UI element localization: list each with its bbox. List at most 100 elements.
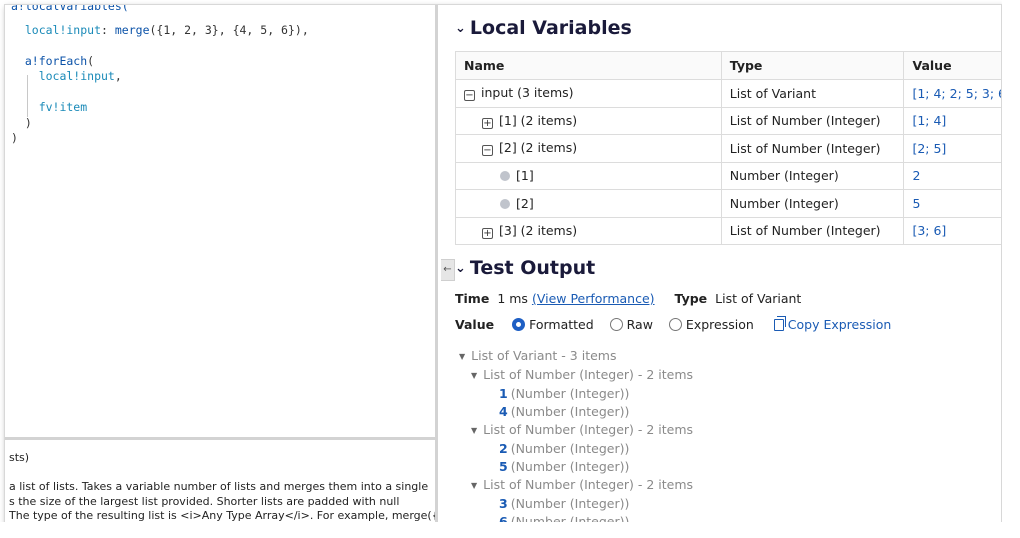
output-type-text: List of Number (Integer) - 2 items: [483, 477, 694, 492]
variable-name-cell: + [3] (2 items): [455, 216, 722, 245]
radio-expression[interactable]: Expression: [668, 317, 754, 332]
horizontal-splitter[interactable]: [5, 437, 435, 440]
radio-unselected-icon: [609, 318, 623, 331]
code-token: fv!item: [11, 100, 88, 114]
output-tree-row[interactable]: ▼ List of Number (Integer) - 2 items: [459, 421, 693, 440]
expand-icon[interactable]: +: [482, 117, 493, 129]
code-token: Variables(: [59, 4, 129, 13]
code-line[interactable]: ): [11, 131, 18, 147]
caret-down-icon[interactable]: ▼: [471, 477, 477, 495]
code-token: a!local: [11, 4, 60, 13]
variable-type: Number (Integer): [720, 189, 905, 218]
output-type-text: (Number (Integer)): [510, 459, 630, 474]
variable-name: [1] (2 items): [499, 112, 578, 128]
radio-selected-icon: [512, 318, 526, 331]
code-editor[interactable]: a!localVariables( local!input: merge({1,…: [5, 5, 435, 437]
variable-type: List of Number (Integer): [720, 106, 905, 135]
local-variables-table: Name Type Value − input (3 items) List of …: [455, 51, 1001, 245]
output-tree-row[interactable]: ▼ List of Number (Integer) - 2 items: [459, 366, 693, 385]
output-type-text: List of Variant - 3 items: [471, 348, 617, 363]
radio-expression-label: Expression: [685, 317, 754, 332]
radio-raw[interactable]: Raw: [609, 317, 653, 332]
output-tree-row: 1 (Number (Integer)): [459, 385, 693, 403]
arrow-left-icon: ←: [443, 264, 452, 275]
variable-name: [3] (2 items): [499, 222, 578, 238]
view-performance-link[interactable]: (View Performance): [532, 291, 655, 306]
test-output-title: Test Output: [469, 257, 596, 279]
variable-value: [3; 6]: [903, 216, 1001, 245]
variable-name: [2] (2 items): [499, 140, 578, 156]
code-token: local!input: [11, 22, 102, 37]
variable-name-cell: [1]: [455, 161, 722, 190]
variable-name-cell: − input (3 items): [455, 79, 722, 108]
code-line[interactable]: a!forEach(: [11, 54, 94, 70]
radio-formatted[interactable]: Formatted: [512, 317, 594, 332]
output-type-text: List of Number (Integer) - 2 items: [483, 367, 694, 382]
code-token: ,: [114, 69, 122, 83]
radio-unselected-icon: [668, 318, 682, 331]
chevron-down-icon: ⌄: [455, 261, 466, 276]
variable-name-cell: − [2] (2 items): [455, 134, 722, 163]
variable-name: [2]: [516, 195, 534, 211]
torn-edge-bottom: [0, 522, 1020, 538]
output-tree-row[interactable]: ▼ List of Number (Integer) - 2 items: [459, 476, 693, 495]
output-tree-row: 5 (Number (Integer)): [459, 458, 693, 476]
type-value: List of Variant: [715, 291, 802, 306]
variable-value: [1; 4]: [903, 106, 1001, 135]
variable-name-cell: + [1] (2 items): [455, 106, 722, 135]
doc-line: sts): [9, 451, 30, 464]
variable-value: 2: [903, 161, 1001, 190]
value-format-row: Value Formatted Raw Expression Copy Expr…: [455, 316, 891, 332]
variable-value: [2; 5]: [903, 134, 1001, 163]
variable-row[interactable]: − input (3 items) List of Variant [1; 4; 2;…: [455, 79, 1001, 108]
output-tree-row[interactable]: ▼ List of Variant - 3 items: [459, 347, 693, 366]
code-line[interactable]: local!input: merge({1, 2, 3}, {4, 5, 6})…: [11, 23, 309, 39]
output-value: 4: [499, 404, 508, 419]
variable-row[interactable]: − [2] (2 items) List of Number (Integer) [2…: [455, 134, 1001, 163]
time-type-row: Time 1 ms (View Performance) Type List of …: [455, 291, 801, 306]
code-token: ): [11, 131, 18, 145]
column-header-value: Value: [903, 51, 1001, 80]
variable-row[interactable]: [1] Number (Integer) 2: [455, 161, 1001, 190]
collapse-icon[interactable]: −: [464, 90, 475, 102]
expand-icon[interactable]: +: [482, 227, 493, 239]
output-tree-row: 4 (Number (Integer)): [459, 403, 693, 421]
output-value: 3: [499, 496, 508, 511]
copy-expression-button[interactable]: Copy Expression: [773, 316, 891, 332]
variable-row[interactable]: [2] Number (Integer) 5: [455, 189, 1001, 218]
variable-name: input (3 items): [481, 85, 574, 101]
output-tree-row: 3 (Number (Integer)): [459, 495, 693, 513]
variable-value: 5: [903, 189, 1001, 218]
output-type-text: (Number (Integer)): [510, 441, 630, 456]
output-type-text: (Number (Integer)): [510, 386, 630, 401]
collapse-pane-handle[interactable]: ←: [441, 259, 455, 281]
doc-line: a list of lists. Takes a variable number…: [9, 480, 429, 493]
caret-down-icon[interactable]: ▼: [459, 348, 465, 366]
code-line[interactable]: a!localVariables(: [11, 4, 129, 15]
test-output-header[interactable]: ⌄ Test Output: [455, 257, 595, 279]
column-header-name: Name: [455, 51, 722, 80]
variable-name: [1]: [516, 168, 534, 184]
code-line[interactable]: ): [11, 116, 32, 132]
table-header-row: Name Type Value: [455, 51, 1001, 80]
variable-row[interactable]: + [3] (2 items) List of Number (Integer) [3…: [455, 216, 1001, 245]
radio-raw-label: Raw: [626, 317, 653, 332]
code-token: ): [11, 115, 32, 130]
variable-type: Number (Integer): [720, 161, 905, 190]
output-tree-row: 2 (Number (Integer)): [459, 440, 693, 458]
local-variables-header[interactable]: ⌄ Local Variables: [455, 17, 632, 39]
code-token: a!forEach: [11, 53, 88, 68]
caret-down-icon[interactable]: ▼: [471, 367, 477, 385]
doc-line: s the size of the largest list provided.…: [9, 494, 400, 508]
collapse-icon[interactable]: −: [482, 145, 493, 157]
torn-edge-right: [1002, 0, 1020, 538]
value-label: Value: [455, 317, 495, 332]
code-token: ({1, 2, 3}, {4, 5, 6}),: [149, 22, 309, 37]
variable-type: List of Number (Integer): [720, 216, 905, 245]
time-label: Time: [455, 291, 490, 306]
right-pane: ← ⌄ Local Variables Name Type Value − inpu…: [441, 5, 1001, 525]
code-line[interactable]: fv!item: [11, 100, 87, 116]
variable-row[interactable]: + [1] (2 items) List of Number (Integer) [1…: [455, 106, 1001, 135]
caret-down-icon[interactable]: ▼: [471, 422, 477, 440]
copy-icon: [773, 316, 786, 331]
